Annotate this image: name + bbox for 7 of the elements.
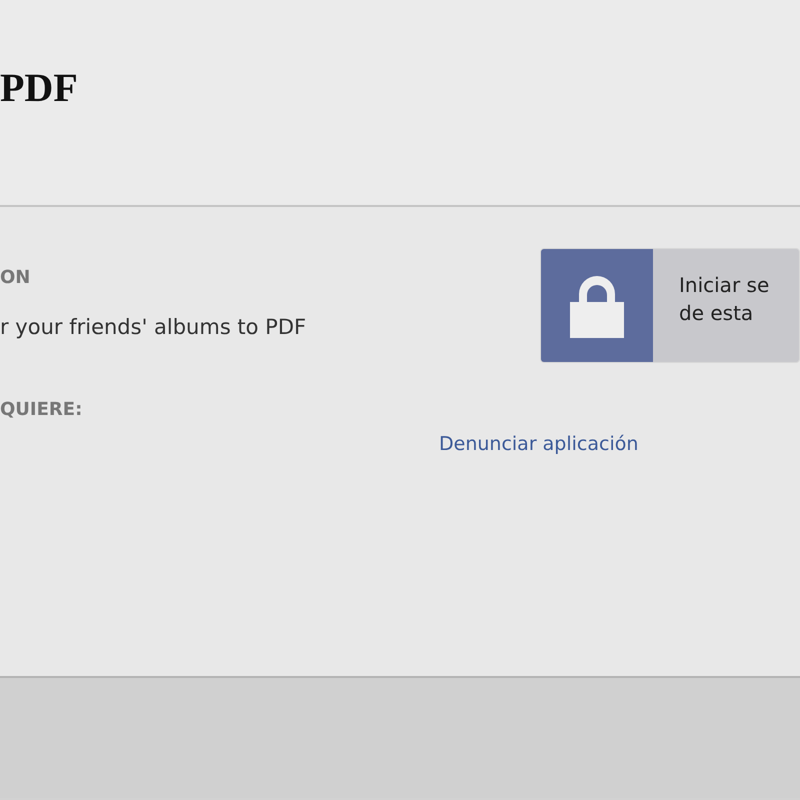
section-label: ON (0, 267, 30, 289)
login-text: de esta (679, 300, 754, 327)
login-text: Iniciar se (679, 272, 770, 299)
report-app-link[interactable]: Denunciar aplicación (439, 433, 638, 455)
app-title: PDF (0, 66, 78, 110)
app-description: r your friends' albums to PDF (0, 314, 306, 341)
requires-label: QUIERE: (0, 399, 82, 421)
